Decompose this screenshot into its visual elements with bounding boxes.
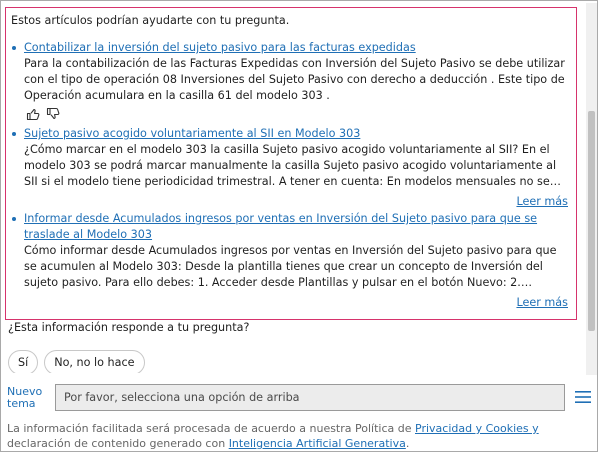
scrollbar-thumb[interactable] [588,111,595,331]
quick-replies: Sí No, no lo hace [8,350,145,373]
new-topic-button[interactable]: Nuevo tema [7,386,47,410]
article-link[interactable]: Contabilizar la inversión del sujeto pas… [24,40,568,56]
suggested-articles-panel: Estos artículos podrían ayudarte con tu … [5,7,577,320]
article-link[interactable]: Sujeto pasivo acogido voluntariamente al… [24,126,568,142]
articles-intro: Estos artículos podrían ayudarte con tu … [11,14,290,27]
privacy-cookies-link[interactable]: Privacidad y Cookies y [415,422,539,435]
article-feedback [26,107,568,121]
article-item: Sujeto pasivo acogido voluntariamente al… [12,126,568,208]
message-input[interactable] [55,384,565,411]
read-more-link[interactable]: Leer más [516,296,568,310]
chat-scrollbar[interactable] [586,3,597,375]
thumbs-down-icon[interactable] [46,107,60,121]
bullet-icon [12,217,16,221]
feedback-question: ¿Esta información responde a tu pregunta… [8,321,250,334]
hamburger-menu-icon[interactable] [574,388,592,406]
article-summary: Para la contabilización de las Facturas … [24,57,565,102]
article-item: Informar desde Acumulados ingresos por v… [12,211,568,309]
article-summary: ¿Cómo marcar en el modelo 303 la casilla… [24,143,557,188]
bullet-icon [12,46,16,50]
chat-window: Estos artículos podrían ayudarte con tu … [0,0,598,452]
generative-ai-link[interactable]: Inteligencia Artificial Generativa [229,437,406,450]
article-link[interactable]: Informar desde Acumulados ingresos por v… [24,211,568,243]
article-item: Contabilizar la inversión del sujeto pas… [12,40,568,121]
disclaimer-text: declaración de contenido generado con [7,437,229,450]
bullet-icon [12,132,16,136]
read-more-link[interactable]: Leer más [516,195,568,209]
yes-button[interactable]: Sí [8,350,39,373]
chat-transcript: Estos artículos podrían ayudarte con tu … [3,3,585,373]
article-summary: Cómo informar desde Acumulados ingresos … [24,244,557,289]
disclaimer-text: La información facilitada será procesada… [7,422,415,435]
disclaimer-text: . [405,437,410,450]
no-button[interactable]: No, no lo hace [44,350,145,373]
privacy-disclaimer: La información facilitada será procesada… [7,421,587,451]
thumbs-up-icon[interactable] [26,107,40,121]
